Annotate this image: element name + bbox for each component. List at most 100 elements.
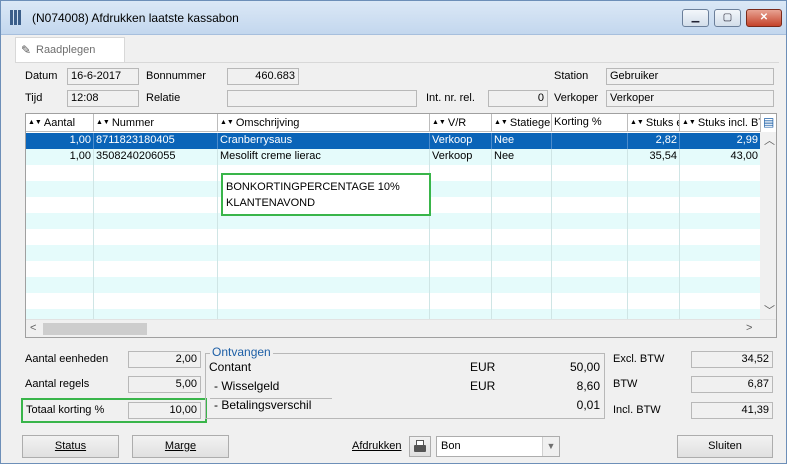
cell-statiegeld: Nee: [492, 133, 552, 149]
edit-icon: ✎: [21, 43, 32, 57]
app-icon: [10, 10, 26, 26]
scroll-right-icon[interactable]: >: [746, 322, 752, 334]
status-button-label: Status: [54, 440, 87, 452]
receipt-lines-grid[interactable]: ▲▼ Aantal ▲▼ Nummer ▲▼ Omschrijving ▲▼ V/R ▲…: [25, 113, 777, 338]
cell-stuks-excl: 35,54: [628, 149, 680, 165]
empty-row: [26, 277, 761, 293]
cell-korting: [552, 133, 628, 149]
grid-line: [93, 165, 94, 320]
payment-label: Contant: [209, 360, 252, 374]
maximize-button[interactable]: ▢: [714, 9, 741, 27]
column-chooser-icon[interactable]: ▤: [763, 115, 774, 129]
cell-nummer: 8711823180405: [94, 133, 218, 149]
vertical-scrollbar[interactable]: ︿ ﹀: [760, 132, 776, 319]
highlight-box: [21, 398, 207, 423]
tab-panel: Datum 16-6-2017 Tijd 12:08 Bonnummer 460…: [15, 62, 779, 461]
incl-btw-field[interactable]: 41,39: [691, 402, 773, 419]
title-bar[interactable]: (N074008) Afdrukken laatste kassabon ▁ ▢…: [1, 1, 786, 35]
intnr-field[interactable]: 0: [488, 90, 548, 107]
bonnummer-label: Bonnummer: [146, 70, 206, 82]
payment-currency: EUR: [470, 360, 496, 374]
verkoper-label: Verkoper: [554, 92, 599, 104]
marge-button-label: Marge: [164, 440, 197, 452]
sluiten-button[interactable]: Sluiten: [677, 435, 773, 458]
cell-korting: [552, 149, 628, 165]
printer-icon[interactable]: [409, 436, 431, 457]
grid-line: [627, 165, 628, 320]
grid-line: [491, 165, 492, 320]
aantal-eenheden-field[interactable]: 2,00: [128, 351, 201, 368]
cell-aantal: 1,00: [26, 133, 94, 149]
bonnummer-field[interactable]: 460.683: [227, 68, 299, 85]
payment-label: - Betalingsverschil: [214, 398, 312, 412]
grid-line: [551, 165, 552, 320]
datum-label: Datum: [25, 70, 58, 82]
cell-aantal: 1,00: [26, 149, 94, 165]
excl-btw-label: Excl. BTW: [613, 353, 665, 365]
btw-field[interactable]: 6,87: [691, 376, 773, 393]
station-field[interactable]: Gebruiker: [606, 68, 774, 85]
datum-field[interactable]: 16-6-2017: [67, 68, 139, 85]
column-header-stuks-incl[interactable]: ▲▼Stuks incl. BTW: [680, 114, 761, 132]
cell-stuks-incl: 43,00: [680, 149, 761, 165]
chevron-down-icon[interactable]: ▼: [542, 437, 559, 456]
table-row[interactable]: 1,00 3508240206055 Mesolift creme lierac…: [26, 149, 761, 165]
column-header-aantal[interactable]: ▲▼ Aantal: [26, 114, 94, 132]
payment-amount: 0,01: [576, 398, 600, 412]
horizontal-scrollbar[interactable]: < >: [26, 319, 776, 337]
payment-amount: 50,00: [569, 360, 600, 374]
scroll-up-icon[interactable]: ︿: [764, 132, 775, 148]
horizontal-scroll-thumb[interactable]: [43, 323, 147, 335]
payment-label: - Wisselgeld: [214, 379, 280, 393]
cell-statiegeld: Nee: [492, 149, 552, 165]
column-header-korting[interactable]: Korting %: [552, 114, 628, 132]
cell-vr: Verkoop: [430, 133, 492, 149]
scroll-left-icon[interactable]: <: [30, 322, 36, 334]
client-area: ✎ Raadplegen Datum 16-6-2017 Tijd 12:08 …: [5, 35, 782, 463]
relatie-label: Relatie: [146, 92, 181, 104]
aantal-regels-label: Aantal regels: [25, 378, 90, 390]
excl-btw-field[interactable]: 34,52: [691, 351, 773, 368]
window-title: (N074008) Afdrukken laatste kassabon: [32, 11, 239, 25]
aantal-regels-field[interactable]: 5,00: [128, 376, 201, 393]
close-button[interactable]: ✕: [746, 9, 782, 27]
payment-currency: EUR: [470, 379, 496, 393]
scroll-down-icon[interactable]: ﹀: [764, 302, 775, 318]
incl-btw-label: Incl. BTW: [613, 404, 661, 416]
note-line: BONKORTINGPERCENTAGE 10%: [226, 181, 400, 193]
tijd-label: Tijd: [25, 92, 43, 104]
empty-row: [26, 229, 761, 245]
column-header-nummer[interactable]: ▲▼ Nummer: [94, 114, 218, 132]
column-header-statiegeld[interactable]: ▲▼Statiegeld: [492, 114, 552, 132]
column-header-omschrijving[interactable]: ▲▼ Omschrijving: [218, 114, 430, 132]
verkoper-field[interactable]: Verkoper: [606, 90, 774, 107]
grid-line: [217, 165, 218, 320]
empty-row: [26, 293, 761, 309]
tab-raadplegen[interactable]: ✎ Raadplegen: [15, 37, 125, 62]
print-option-select[interactable]: Bon ▼: [436, 436, 560, 457]
cell-nummer: 3508240206055: [94, 149, 218, 165]
marge-button[interactable]: Marge: [132, 435, 229, 458]
tab-label: Raadplegen: [36, 44, 96, 56]
column-header-vr[interactable]: ▲▼ V/R: [430, 114, 492, 132]
relatie-field[interactable]: [227, 90, 417, 107]
status-button[interactable]: Status: [22, 435, 119, 458]
tijd-field[interactable]: 12:08: [67, 90, 139, 107]
note-line: KLANTENAVOND: [226, 197, 316, 209]
column-header-stuks-excl[interactable]: ▲▼ Stuks e: [628, 114, 680, 132]
cell-vr: Verkoop: [430, 149, 492, 165]
print-option-value: Bon: [441, 440, 461, 452]
cell-omschrijving: Mesolift creme lierac: [218, 149, 430, 165]
ontvangen-title: Ontvangen: [210, 345, 273, 359]
empty-row: [26, 245, 761, 261]
empty-row: [26, 261, 761, 277]
table-row[interactable]: 1,00 8711823180405 Cranberrysaus Verkoop…: [26, 133, 761, 149]
grid-header: ▲▼ Aantal ▲▼ Nummer ▲▼ Omschrijving ▲▼ V/R ▲…: [26, 114, 761, 132]
dialog-window: (N074008) Afdrukken laatste kassabon ▁ ▢…: [0, 0, 787, 464]
afdrukken-label-text: Afdrukken: [352, 440, 402, 452]
afdrukken-label: Afdrukken: [352, 440, 402, 452]
cell-stuks-excl: 2,82: [628, 133, 680, 149]
grid-line: [679, 165, 680, 320]
intnr-label: Int. nr. rel.: [426, 92, 475, 104]
minimize-button[interactable]: ▁: [682, 9, 709, 27]
